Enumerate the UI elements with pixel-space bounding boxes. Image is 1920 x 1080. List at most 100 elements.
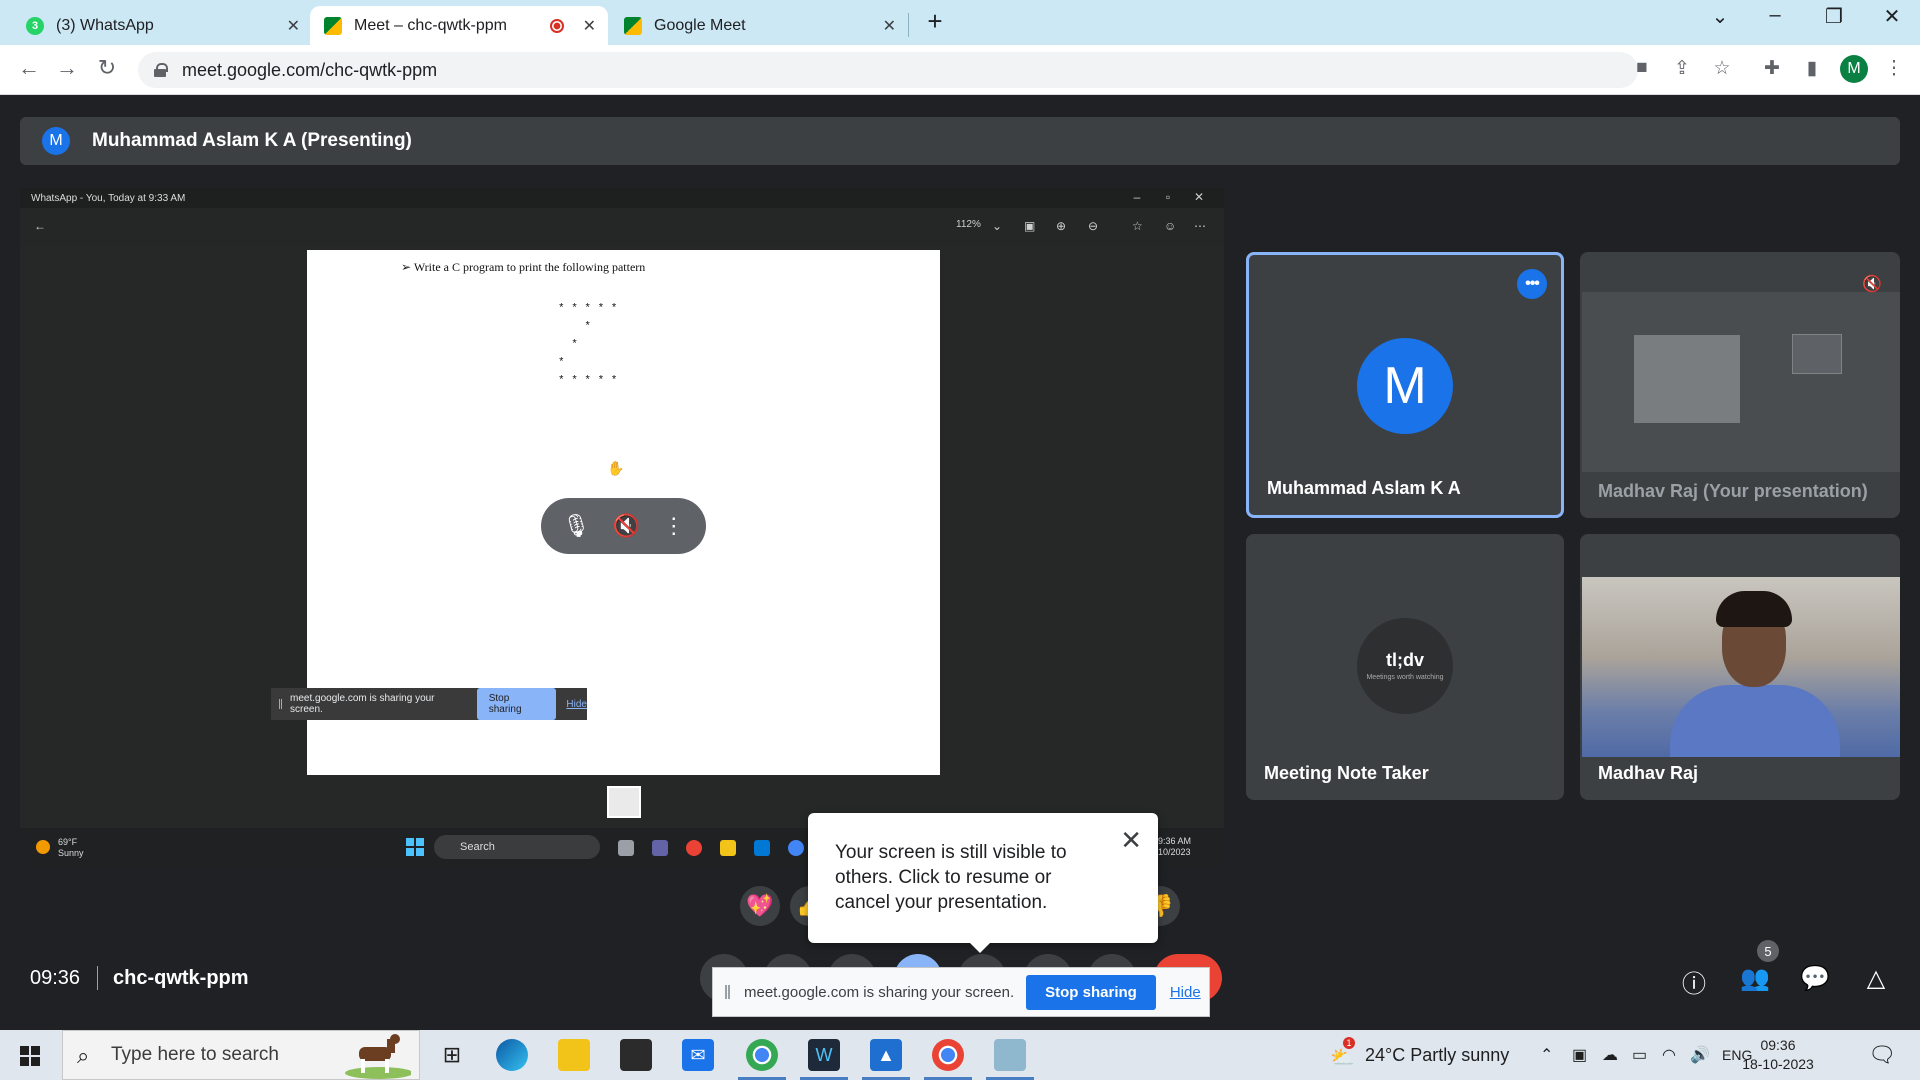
task-view-icon: [618, 840, 634, 856]
camera-feed: [1582, 577, 1900, 757]
zoom-in-icon: ⊕: [1056, 219, 1067, 233]
side-panel-icon[interactable]: ▮: [1798, 57, 1826, 80]
document-heading: ➢ Write a C program to print the followi…: [401, 260, 646, 274]
sparkling-heart-reaction[interactable]: 💖: [740, 886, 780, 926]
people-icon[interactable]: 👥: [1739, 964, 1771, 993]
tab-label: Meet – chc-qwtk-ppm: [354, 16, 507, 34]
speaker-off-icon: 🔇: [612, 513, 641, 538]
notifications-icon[interactable]: 🗨: [1868, 1042, 1896, 1068]
wifi-icon[interactable]: ◠: [1662, 1045, 1676, 1065]
restore-icon[interactable]: ❐: [1814, 4, 1854, 29]
back-icon[interactable]: ←: [14, 55, 44, 81]
weather-text[interactable]: 24°C Partly sunny: [1365, 1045, 1509, 1066]
star-pattern: * * * * * * * * * * * * *: [558, 303, 618, 387]
weather-alert-badge: 1: [1343, 1037, 1355, 1049]
page-thumbnail: [607, 786, 641, 818]
clock-time: 09:36: [1760, 1037, 1796, 1053]
tab-google-meet[interactable]: Google Meet ✕: [610, 6, 908, 45]
volume-icon[interactable]: 🔊: [1690, 1045, 1710, 1065]
taskbar-clock[interactable]: 09:36 18-10-2023: [1738, 1036, 1818, 1074]
windows-start-icon[interactable]: [20, 1046, 40, 1066]
search-placeholder[interactable]: Type here to search: [111, 1044, 279, 1066]
hand-cursor-icon: ✋: [607, 460, 625, 476]
tab-whatsapp[interactable]: 3 (3) WhatsApp ✕: [12, 6, 312, 45]
waves-app-icon[interactable]: W: [800, 1039, 848, 1080]
tab-search-chevron-icon[interactable]: ⌄: [1700, 4, 1740, 29]
drag-handle-icon[interactable]: [725, 985, 730, 999]
new-tab-button[interactable]: +: [920, 6, 950, 37]
menu-kebab-icon[interactable]: ⋮: [1880, 57, 1908, 80]
emoji-icon: ☺: [1164, 219, 1177, 233]
address-toolbar: ← → ↻ meet.google.com/chc-qwtk-ppm ■ ⇪ ☆…: [0, 45, 1920, 95]
participant-name: Meeting Note Taker: [1264, 763, 1429, 783]
participant-tile-note-taker[interactable]: tl;dv Meetings worth watching Meeting No…: [1246, 534, 1564, 800]
more-icon: ⋯: [1194, 219, 1206, 233]
shared-date: 10/2023: [1158, 847, 1191, 857]
chrome-icon: [788, 840, 804, 856]
edge-icon[interactable]: [496, 1039, 528, 1071]
chrome-icon[interactable]: [924, 1039, 972, 1080]
close-icon[interactable]: ✕: [287, 16, 300, 36]
profile-avatar[interactable]: M: [1840, 55, 1868, 83]
people-count-badge: 5: [1757, 940, 1779, 962]
chevron-up-icon[interactable]: ⌃: [1540, 1045, 1553, 1065]
close-icon[interactable]: ✕: [1120, 825, 1142, 856]
hide-link[interactable]: Hide: [1170, 984, 1201, 1001]
participant-tile-muhammad[interactable]: M ••• Muhammad Aslam K A: [1246, 252, 1564, 518]
search-icon: ⌕: [77, 1043, 90, 1068]
meeting-code: chc-qwtk-ppm: [113, 967, 249, 989]
activities-icon[interactable]: △: [1860, 964, 1892, 993]
reload-icon[interactable]: ↻: [92, 55, 122, 81]
battery-icon[interactable]: ▭: [1632, 1045, 1647, 1065]
close-icon[interactable]: ✕: [583, 16, 596, 36]
url-text[interactable]: meet.google.com/chc-qwtk-ppm: [182, 60, 437, 81]
stop-sharing-button[interactable]: Stop sharing: [1026, 974, 1156, 1010]
bookmark-star-icon[interactable]: ☆: [1708, 57, 1736, 80]
close-icon[interactable]: ✕: [883, 16, 896, 36]
extensions-puzzle-icon[interactable]: ✚: [1758, 57, 1786, 80]
more-vert-icon: ⋮: [662, 513, 685, 538]
preview-tile: [1792, 334, 1842, 374]
tldv-logo-text: tl;dv: [1386, 650, 1424, 670]
participant-name: Madhav Raj (Your presentation): [1598, 481, 1868, 501]
avatar: M: [42, 127, 70, 155]
taskbar-search-box[interactable]: ⌕ Type here to search: [62, 1030, 420, 1080]
okapi-illustration-icon: [345, 1034, 411, 1079]
onedrive-icon[interactable]: ☁: [1602, 1045, 1618, 1065]
file-explorer-icon[interactable]: [558, 1039, 590, 1071]
tab-meet-active[interactable]: Meet – chc-qwtk-ppm ✕: [310, 6, 608, 45]
chat-icon[interactable]: 💬: [1799, 964, 1831, 993]
snipping-tool-icon[interactable]: [986, 1039, 1034, 1080]
window-close-icon[interactable]: ✕: [1872, 4, 1912, 29]
microsoft-store-icon[interactable]: [620, 1039, 652, 1071]
more-options-button[interactable]: •••: [1517, 269, 1547, 299]
shared-search-box: Search: [434, 835, 600, 859]
lock-icon[interactable]: [154, 63, 168, 77]
chrome-icon[interactable]: [738, 1039, 786, 1080]
avatar: M: [1357, 338, 1453, 434]
weather-icon[interactable]: ⛅: [1330, 1045, 1355, 1070]
minimize-icon[interactable]: –: [1755, 4, 1795, 27]
address-bar[interactable]: meet.google.com/chc-qwtk-ppm: [138, 52, 1638, 88]
task-view-icon[interactable]: ⊞: [436, 1039, 468, 1071]
participant-name: Muhammad Aslam K A: [1267, 478, 1461, 498]
meet-tray-icon[interactable]: ▣: [1572, 1045, 1587, 1065]
screen-visible-tooltip: Your screen is still visible to others. …: [808, 813, 1158, 953]
participant-tile-madhav[interactable]: Madhav Raj: [1580, 534, 1900, 800]
share-icon[interactable]: ⇪: [1668, 57, 1696, 80]
photos-icon[interactable]: ▲: [862, 1039, 910, 1080]
shared-window-title: WhatsApp - You, Today at 9:33 AM: [31, 192, 186, 204]
camera-in-use-icon[interactable]: ■: [1628, 57, 1656, 79]
meeting-details-info-icon[interactable]: ⓘ: [1678, 964, 1710, 999]
google-meet-icon: [624, 16, 642, 35]
zoom-level: 112%: [956, 219, 981, 230]
windows-start-icon: [406, 838, 424, 856]
mail-icon[interactable]: ✉: [682, 1039, 714, 1071]
mic-off-icon: 🎙: [562, 513, 591, 538]
tab-label: Google Meet: [654, 16, 746, 34]
forward-icon[interactable]: →: [52, 55, 82, 81]
participant-tile-self-presentation[interactable]: 🔇 Madhav Raj (Your presentation): [1580, 252, 1900, 518]
image-viewer-toolbar: ← 112% ⌄ ▣ ⊕ ⊖ ☆ ☺ ⋯: [20, 208, 1224, 246]
screen-sharing-bar: meet.google.com is sharing your screen. …: [712, 967, 1210, 1017]
star-icon: ☆: [1132, 219, 1143, 233]
